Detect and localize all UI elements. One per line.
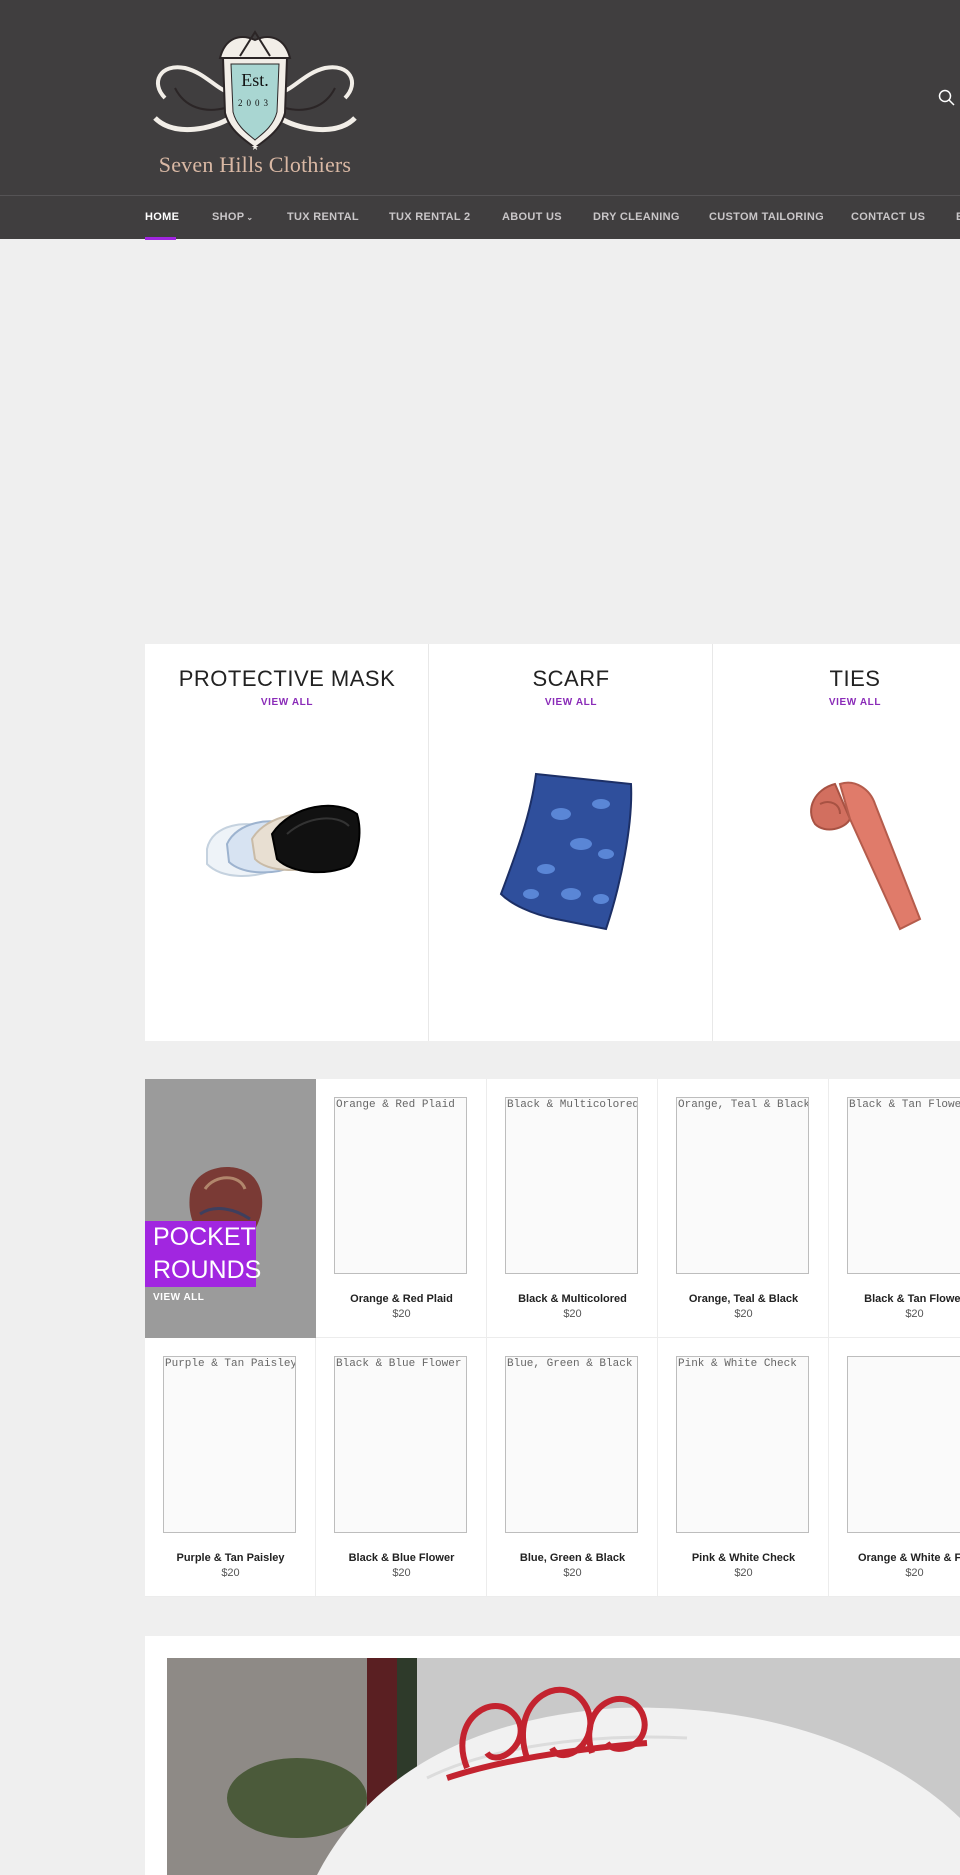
featured-collection-title: POCKET ROUNDS — [145, 1221, 262, 1287]
collection-card-scarf[interactable]: SCARF VIEW ALL — [429, 644, 713, 1041]
product-image-alt: Orange, Teal & Black — [678, 1099, 809, 1111]
product-image-placeholder — [847, 1356, 960, 1533]
product-price: $20 — [392, 1567, 411, 1579]
chevron-down-icon: ⌄ — [246, 213, 254, 222]
search-icon[interactable] — [937, 88, 957, 108]
product-image-alt: Blue, Green & Black — [507, 1358, 633, 1370]
nav-item-shop[interactable]: SHOP ⌄ — [212, 196, 253, 240]
product-price: $20 — [734, 1308, 753, 1320]
view-all-link[interactable]: VIEW ALL — [153, 1292, 204, 1303]
product-image-placeholder: Black & Blue Flower — [334, 1356, 467, 1533]
nav-item-contact-us[interactable]: CONTACT US — [851, 196, 925, 240]
collection-card-protective-mask[interactable]: PROTECTIVE MASK VIEW ALL — [145, 644, 429, 1041]
product-title[interactable]: Black & Multicolored — [487, 1293, 658, 1305]
nav-item-tux-rental-2[interactable]: TUX RENTAL 2 — [389, 196, 470, 240]
product-card[interactable]: Orange, Teal & Black Orange, Teal & Blac… — [658, 1079, 829, 1338]
collection-title: SCARF — [532, 666, 610, 691]
collection-title: TIES — [829, 666, 881, 691]
nav-item-tux-rental[interactable]: TUX RENTAL — [287, 196, 359, 240]
product-card[interactable]: Blue, Green & Black Blue, Green & Black … — [487, 1338, 658, 1597]
product-image-placeholder: Pink & White Check — [676, 1356, 809, 1533]
product-image-alt: Purple & Tan Paisley — [165, 1358, 296, 1370]
product-price: $20 — [734, 1567, 753, 1579]
nav-item-dry-cleaning[interactable]: DRY CLEANING — [593, 196, 680, 240]
product-title[interactable]: Orange & Red Plaid — [316, 1293, 487, 1305]
site-logo[interactable]: Est. 2003 ★ Seven Hills Clothiers — [145, 28, 365, 183]
tie-image — [810, 781, 922, 931]
product-card[interactable]: Purple & Tan Paisley Purple & Tan Paisle… — [145, 1338, 316, 1597]
view-all-link[interactable]: VIEW ALL — [145, 697, 429, 708]
product-image-alt: Black & Blue Flower — [336, 1358, 462, 1370]
product-card[interactable]: Black & Multicolored Black & Multicolore… — [487, 1079, 658, 1338]
svg-text:Est.: Est. — [241, 70, 269, 90]
product-price: $20 — [221, 1567, 240, 1579]
product-title[interactable]: Black & Tan Flower — [829, 1293, 960, 1305]
product-image-alt: Black & Tan Flower — [849, 1099, 960, 1111]
collection-title: PROTECTIVE MASK — [178, 666, 396, 691]
nav-item-about-us[interactable]: ABOUT US — [502, 196, 562, 240]
product-title[interactable]: Orange, Teal & Black — [658, 1293, 829, 1305]
product-image-placeholder: Purple & Tan Paisley — [163, 1356, 296, 1533]
product-image-placeholder: Blue, Green & Black — [505, 1356, 638, 1533]
product-price: $20 — [563, 1308, 582, 1320]
product-price: $20 — [905, 1308, 924, 1320]
product-title[interactable]: Blue, Green & Black — [487, 1552, 658, 1564]
product-card[interactable]: Orange & Red Plaid Orange & Red Plaid $2… — [316, 1079, 487, 1338]
monogram-cap-image — [167, 1658, 960, 1875]
product-card[interactable]: Black & Tan Flower Black & Tan Flower $2… — [829, 1079, 960, 1338]
collection-card-ties[interactable]: TIES VIEW ALL — [713, 644, 960, 1041]
product-card[interactable]: Black & Blue Flower Black & Blue Flower … — [316, 1338, 487, 1597]
view-all-link[interactable]: VIEW ALL — [713, 697, 960, 708]
product-card[interactable]: Orange & White & Flo $20 — [829, 1338, 960, 1597]
product-card[interactable]: Pink & White Check Pink & White Check $2… — [658, 1338, 829, 1597]
featured-collection-pocket-rounds[interactable]: POCKET ROUNDS VIEW ALL — [145, 1079, 316, 1338]
nav-item-more[interactable]: B — [956, 196, 960, 240]
product-image-placeholder: Orange, Teal & Black — [676, 1097, 809, 1274]
product-image-alt: Orange & Red Plaid — [336, 1099, 455, 1111]
logo-crest-icon: Est. 2003 ★ — [153, 30, 357, 153]
image-banner — [145, 1636, 960, 1875]
nav-item-home[interactable]: HOME — [145, 196, 179, 240]
product-image-placeholder: Black & Multicolored — [505, 1097, 638, 1274]
nav-item-shop-label: SHOP — [212, 211, 245, 223]
nav-active-indicator — [145, 237, 176, 240]
product-title[interactable]: Purple & Tan Paisley — [145, 1552, 316, 1564]
product-image-placeholder: Orange & Red Plaid — [334, 1097, 467, 1274]
product-title[interactable]: Orange & White & Flo — [829, 1552, 960, 1564]
product-image-placeholder: Black & Tan Flower — [847, 1097, 960, 1274]
featured-title-line: POCKET — [153, 1223, 256, 1251]
product-image-alt: Pink & White Check — [678, 1358, 797, 1370]
nav-item-custom-tailoring[interactable]: CUSTOM TAILORING — [709, 196, 824, 240]
svg-text:2003: 2003 — [238, 98, 272, 108]
view-all-link[interactable]: VIEW ALL — [429, 697, 713, 708]
product-price: $20 — [392, 1308, 411, 1320]
product-image-alt: Black & Multicolored — [507, 1099, 638, 1111]
scarf-image — [499, 772, 633, 931]
site-header: Est. 2003 ★ Seven Hills Clothiers — [0, 0, 960, 195]
main-nav: HOME SHOP ⌄ TUX RENTAL TUX RENTAL 2 ABOUT… — [0, 195, 960, 240]
pocket-rounds-collection: POCKET ROUNDS VIEW ALL Orange & Red Plai… — [145, 1079, 960, 1597]
product-price: $20 — [905, 1567, 924, 1579]
product-price: $20 — [563, 1567, 582, 1579]
product-title[interactable]: Pink & White Check — [658, 1552, 829, 1564]
product-title[interactable]: Black & Blue Flower — [316, 1552, 487, 1564]
featured-title-line: ROUNDS — [153, 1256, 262, 1284]
logo-wordmark: Seven Hills Clothiers — [158, 152, 352, 177]
protective-mask-image — [206, 804, 361, 877]
collection-list: PROTECTIVE MASK VIEW ALL SCARF VIEW ALL … — [145, 644, 960, 1041]
